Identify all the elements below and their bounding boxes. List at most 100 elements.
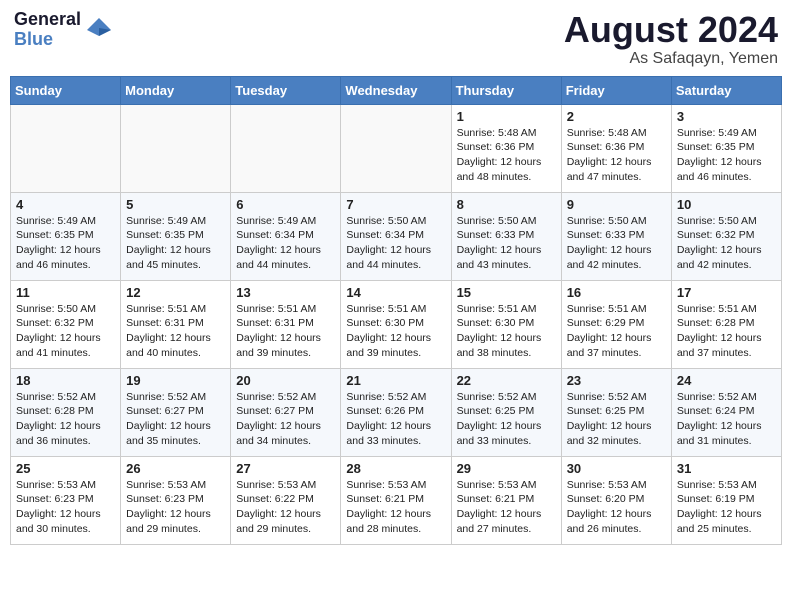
day-info: Sunrise: 5:52 AM Sunset: 6:25 PM Dayligh… [567,390,666,449]
day-info: Sunrise: 5:53 AM Sunset: 6:21 PM Dayligh… [346,478,445,537]
day-info: Sunrise: 5:50 AM Sunset: 6:32 PM Dayligh… [16,302,115,361]
day-number: 20 [236,373,335,388]
page-header: GeneralBlue August 2024 As Safaqayn, Yem… [10,10,782,68]
day-number: 3 [677,109,776,124]
day-info: Sunrise: 5:51 AM Sunset: 6:30 PM Dayligh… [457,302,556,361]
day-number: 6 [236,197,335,212]
calendar-cell: 31 Sunrise: 5:53 AM Sunset: 6:19 PM Dayli… [671,456,781,544]
day-number: 23 [567,373,666,388]
day-info: Sunrise: 5:50 AM Sunset: 6:32 PM Dayligh… [677,214,776,273]
calendar-cell: 11 Sunrise: 5:50 AM Sunset: 6:32 PM Dayli… [11,280,121,368]
day-number: 2 [567,109,666,124]
calendar-table: SundayMondayTuesdayWednesdayThursdayFrid… [10,76,782,545]
calendar-cell: 10 Sunrise: 5:50 AM Sunset: 6:32 PM Dayli… [671,192,781,280]
day-of-week-header: Wednesday [341,76,451,104]
day-number: 19 [126,373,225,388]
day-info: Sunrise: 5:52 AM Sunset: 6:27 PM Dayligh… [236,390,335,449]
calendar-cell: 12 Sunrise: 5:51 AM Sunset: 6:31 PM Dayli… [121,280,231,368]
day-info: Sunrise: 5:48 AM Sunset: 6:36 PM Dayligh… [567,126,666,185]
day-info: Sunrise: 5:52 AM Sunset: 6:26 PM Dayligh… [346,390,445,449]
day-info: Sunrise: 5:50 AM Sunset: 6:33 PM Dayligh… [567,214,666,273]
day-number: 30 [567,461,666,476]
day-info: Sunrise: 5:53 AM Sunset: 6:23 PM Dayligh… [126,478,225,537]
title-block: August 2024 As Safaqayn, Yemen [564,10,778,68]
day-number: 22 [457,373,556,388]
day-info: Sunrise: 5:50 AM Sunset: 6:33 PM Dayligh… [457,214,556,273]
day-of-week-header: Sunday [11,76,121,104]
calendar-cell: 27Sunrise: 5:53 AM Sunset: 6:22 PM Dayli… [231,456,341,544]
calendar-cell: 28Sunrise: 5:53 AM Sunset: 6:21 PM Dayli… [341,456,451,544]
day-number: 13 [236,285,335,300]
calendar-cell: 8Sunrise: 5:50 AM Sunset: 6:33 PM Daylig… [451,192,561,280]
day-of-week-header: Saturday [671,76,781,104]
calendar-cell: 20 Sunrise: 5:52 AM Sunset: 6:27 PM Dayli… [231,368,341,456]
day-info: Sunrise: 5:49 AM Sunset: 6:35 PM Dayligh… [16,214,115,273]
calendar-cell: 16 Sunrise: 5:51 AM Sunset: 6:29 PM Dayli… [561,280,671,368]
day-number: 14 [346,285,445,300]
month-title: August 2024 [564,10,778,50]
day-info: Sunrise: 5:49 AM Sunset: 6:34 PM Dayligh… [236,214,335,273]
calendar-week-row: 25 Sunrise: 5:53 AM Sunset: 6:23 PM Dayli… [11,456,782,544]
calendar-cell: 23 Sunrise: 5:52 AM Sunset: 6:25 PM Dayli… [561,368,671,456]
calendar-cell: 15 Sunrise: 5:51 AM Sunset: 6:30 PM Dayli… [451,280,561,368]
day-number: 1 [457,109,556,124]
calendar-cell: 22 Sunrise: 5:52 AM Sunset: 6:25 PM Dayli… [451,368,561,456]
calendar-cell: 5 Sunrise: 5:49 AM Sunset: 6:35 PM Daylig… [121,192,231,280]
day-info: Sunrise: 5:52 AM Sunset: 6:27 PM Dayligh… [126,390,225,449]
day-number: 26 [126,461,225,476]
day-number: 12 [126,285,225,300]
day-number: 7 [346,197,445,212]
calendar-cell [11,104,121,192]
calendar-cell: 2 Sunrise: 5:48 AM Sunset: 6:36 PM Daylig… [561,104,671,192]
calendar-cell: 21Sunrise: 5:52 AM Sunset: 6:26 PM Dayli… [341,368,451,456]
day-info: Sunrise: 5:49 AM Sunset: 6:35 PM Dayligh… [126,214,225,273]
day-number: 25 [16,461,115,476]
calendar-cell: 3 Sunrise: 5:49 AM Sunset: 6:35 PM Daylig… [671,104,781,192]
day-info: Sunrise: 5:50 AM Sunset: 6:34 PM Dayligh… [346,214,445,273]
day-info: Sunrise: 5:49 AM Sunset: 6:35 PM Dayligh… [677,126,776,185]
day-number: 9 [567,197,666,212]
calendar-cell: 18 Sunrise: 5:52 AM Sunset: 6:28 PM Dayli… [11,368,121,456]
calendar-cell [341,104,451,192]
day-info: Sunrise: 5:48 AM Sunset: 6:36 PM Dayligh… [457,126,556,185]
calendar-cell [231,104,341,192]
day-number: 10 [677,197,776,212]
calendar-cell: 17 Sunrise: 5:51 AM Sunset: 6:28 PM Dayli… [671,280,781,368]
calendar-cell: 1 Sunrise: 5:48 AM Sunset: 6:36 PM Daylig… [451,104,561,192]
day-number: 18 [16,373,115,388]
calendar-cell: 13Sunrise: 5:51 AM Sunset: 6:31 PM Dayli… [231,280,341,368]
day-info: Sunrise: 5:51 AM Sunset: 6:29 PM Dayligh… [567,302,666,361]
day-info: Sunrise: 5:52 AM Sunset: 6:28 PM Dayligh… [16,390,115,449]
day-number: 27 [236,461,335,476]
calendar-cell: 14 Sunrise: 5:51 AM Sunset: 6:30 PM Dayli… [341,280,451,368]
day-number: 17 [677,285,776,300]
day-info: Sunrise: 5:52 AM Sunset: 6:24 PM Dayligh… [677,390,776,449]
calendar-cell: 25 Sunrise: 5:53 AM Sunset: 6:23 PM Dayli… [11,456,121,544]
day-number: 31 [677,461,776,476]
calendar-cell: 26 Sunrise: 5:53 AM Sunset: 6:23 PM Dayli… [121,456,231,544]
day-number: 16 [567,285,666,300]
calendar-cell: 30 Sunrise: 5:53 AM Sunset: 6:20 PM Dayli… [561,456,671,544]
calendar-cell: 4Sunrise: 5:49 AM Sunset: 6:35 PM Daylig… [11,192,121,280]
calendar-cell: 29Sunrise: 5:53 AM Sunset: 6:21 PM Dayli… [451,456,561,544]
day-number: 24 [677,373,776,388]
day-info: Sunrise: 5:52 AM Sunset: 6:25 PM Dayligh… [457,390,556,449]
day-number: 5 [126,197,225,212]
calendar-week-row: 18 Sunrise: 5:52 AM Sunset: 6:28 PM Dayli… [11,368,782,456]
day-info: Sunrise: 5:53 AM Sunset: 6:20 PM Dayligh… [567,478,666,537]
day-number: 11 [16,285,115,300]
calendar-cell: 9 Sunrise: 5:50 AM Sunset: 6:33 PM Daylig… [561,192,671,280]
calendar-cell: 7 Sunrise: 5:50 AM Sunset: 6:34 PM Daylig… [341,192,451,280]
day-number: 15 [457,285,556,300]
logo-icon [85,16,113,44]
calendar-cell: 6 Sunrise: 5:49 AM Sunset: 6:34 PM Daylig… [231,192,341,280]
day-info: Sunrise: 5:53 AM Sunset: 6:23 PM Dayligh… [16,478,115,537]
location: As Safaqayn, Yemen [564,50,778,68]
day-number: 29 [457,461,556,476]
day-info: Sunrise: 5:51 AM Sunset: 6:28 PM Dayligh… [677,302,776,361]
day-info: Sunrise: 5:51 AM Sunset: 6:30 PM Dayligh… [346,302,445,361]
calendar-cell [121,104,231,192]
day-info: Sunrise: 5:53 AM Sunset: 6:19 PM Dayligh… [677,478,776,537]
logo-text: GeneralBlue [14,10,81,50]
day-info: Sunrise: 5:51 AM Sunset: 6:31 PM Dayligh… [126,302,225,361]
